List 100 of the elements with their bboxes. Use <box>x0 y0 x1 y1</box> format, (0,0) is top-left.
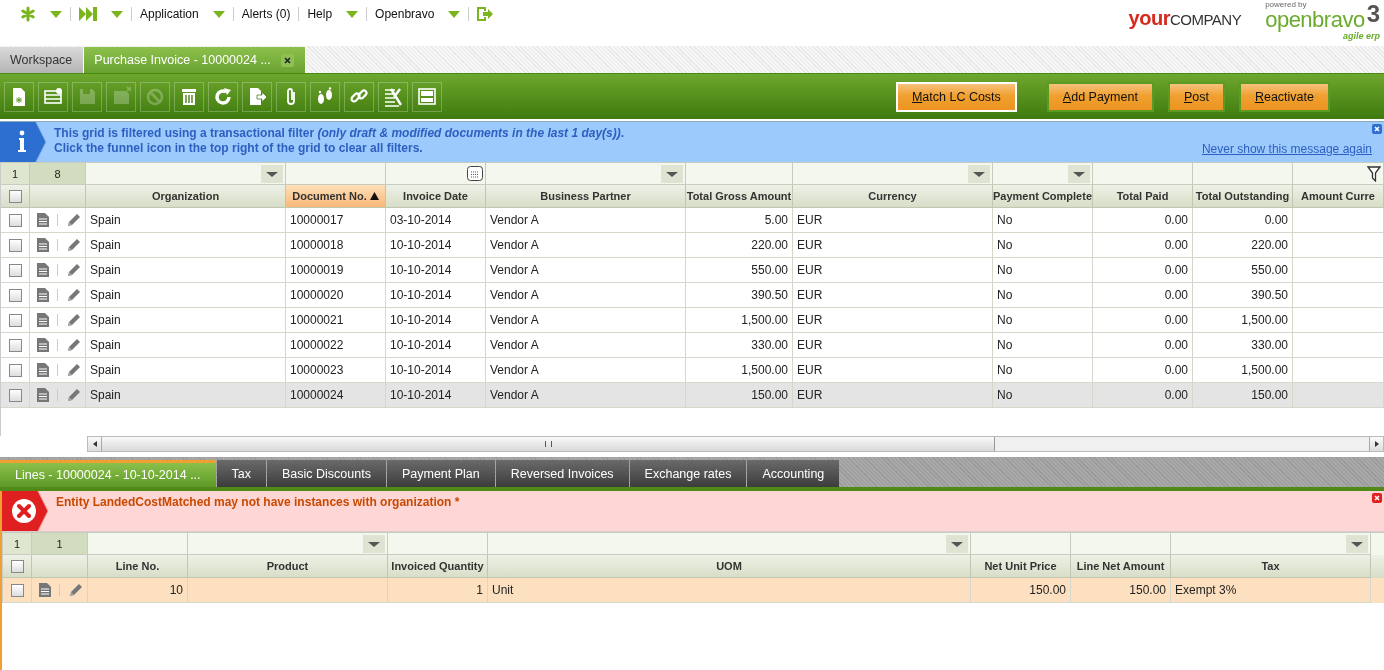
pencil-icon[interactable] <box>66 262 81 278</box>
table-cell: 1,500.00 <box>1241 313 1288 327</box>
table-row[interactable]: 10 1 Unit 150.00 150.00 Exempt 3% <box>3 578 1384 603</box>
menu-item[interactable]: Help <box>307 7 333 21</box>
table-cell: Spain <box>90 238 121 252</box>
row-checkbox[interactable] <box>8 213 22 227</box>
layout-button[interactable] <box>412 81 442 112</box>
asterisk-icon[interactable] <box>20 6 36 22</box>
filter-icon[interactable] <box>1367 165 1381 182</box>
document-icon[interactable] <box>37 238 49 252</box>
menu-item[interactable]: Openbravo <box>375 7 435 21</box>
alerts-link[interactable]: Alerts (0) <box>241 7 291 21</box>
table-cell: 150.00 <box>1251 388 1288 402</box>
cancel-icon <box>145 86 165 107</box>
table-row[interactable]: Spain 10000020 10-10-2014 Vendor A 390.50 EUR No 0.00 390.50 <box>1 283 1384 308</box>
table-cell: 550.00 <box>1251 263 1288 277</box>
dropdown-button[interactable] <box>968 164 990 183</box>
error-icon <box>2 491 48 531</box>
tools-button[interactable] <box>378 81 408 112</box>
table-row[interactable]: Spain 10000023 10-10-2014 Vendor A 1,500.00 EUR No 0.00 1,500.00 <box>1 358 1384 383</box>
pencil-icon[interactable] <box>66 387 81 403</box>
refresh-button[interactable] <box>208 81 238 112</box>
dropdown-button[interactable] <box>261 164 283 183</box>
table-cell: 0.00 <box>1164 238 1188 252</box>
table-row[interactable]: Spain 10000019 10-10-2014 Vendor A 550.00 EUR No 0.00 550.00 <box>1 258 1384 283</box>
close-icon[interactable] <box>280 53 294 67</box>
trash-button[interactable] <box>174 81 204 112</box>
dismiss-link[interactable]: Never show this message again <box>1201 142 1382 156</box>
column-header[interactable]: Document No. <box>286 185 386 208</box>
dropdown-caret-icon[interactable] <box>448 10 461 18</box>
pencil-icon[interactable] <box>66 212 81 228</box>
tab[interactable]: Reversed Invoices <box>495 460 629 487</box>
horizontal-scrollbar[interactable] <box>87 436 1384 452</box>
table-cell: 5.00 <box>764 213 788 227</box>
row-checkbox[interactable] <box>8 263 22 277</box>
dropdown-button[interactable] <box>1346 534 1368 553</box>
document-icon[interactable] <box>37 213 49 227</box>
action-button[interactable]: Add Payment <box>1046 81 1154 112</box>
table-cell: 1,500.00 <box>1241 363 1288 377</box>
document-icon[interactable] <box>37 363 49 377</box>
document-icon[interactable] <box>37 338 49 352</box>
paperclip-button[interactable] <box>276 81 306 112</box>
row-checkbox[interactable] <box>8 238 22 252</box>
form-button[interactable] <box>38 81 68 112</box>
table-row[interactable]: Spain 10000021 10-10-2014 Vendor A 1,500.00 EUR No 0.00 1,500.00 <box>1 308 1384 333</box>
pencil-icon[interactable] <box>66 362 81 378</box>
pencil-icon[interactable] <box>66 312 81 328</box>
dropdown-caret-icon[interactable] <box>111 10 123 18</box>
company-logo-text: your <box>1128 7 1170 29</box>
row-checkbox[interactable] <box>8 363 22 377</box>
dropdown-button[interactable] <box>946 534 968 553</box>
pencil-icon[interactable] <box>66 287 81 303</box>
dropdown-caret-icon[interactable] <box>212 10 225 18</box>
tab[interactable]: Tax <box>216 460 266 487</box>
close-icon[interactable] <box>1372 493 1382 503</box>
row-checkbox[interactable] <box>8 288 22 302</box>
table-row[interactable]: Spain 10000024 10-10-2014 Vendor A 150.00 EUR No 0.00 150.00 <box>1 383 1384 408</box>
record-count: 1 <box>32 533 88 555</box>
new-document-button[interactable] <box>4 81 34 112</box>
row-checkbox[interactable] <box>8 388 22 402</box>
table-row[interactable]: Spain 10000017 03-10-2014 Vendor A 5.00 EUR No 0.00 0.00 <box>1 208 1384 233</box>
close-icon[interactable] <box>1372 124 1382 134</box>
dropdown-caret-icon[interactable] <box>346 10 359 18</box>
document-icon[interactable] <box>37 288 49 302</box>
pencil-icon[interactable] <box>66 337 81 353</box>
fast-forward-icon[interactable] <box>79 7 97 21</box>
row-checkbox[interactable] <box>10 583 24 597</box>
table-cell: 150.00 <box>1129 583 1166 597</box>
pencil-icon[interactable] <box>68 582 83 598</box>
pencil-icon[interactable] <box>66 237 81 253</box>
action-button[interactable]: Match LC Costs <box>895 81 1017 112</box>
sort-ascending-icon <box>369 192 379 200</box>
row-checkbox[interactable] <box>8 338 22 352</box>
menu-item[interactable]: Application <box>140 7 199 21</box>
table-row[interactable]: Spain 10000018 10-10-2014 Vendor A 220.00 EUR No 0.00 220.00 <box>1 233 1384 258</box>
dropdown-button[interactable] <box>661 164 683 183</box>
tab[interactable]: Accounting <box>747 460 840 487</box>
tab[interactable]: Workspace <box>0 47 85 73</box>
calendar-icon[interactable] <box>467 166 483 181</box>
tab[interactable]: Basic Discounts <box>267 460 386 487</box>
export-button[interactable] <box>242 81 272 112</box>
logout-icon[interactable] <box>477 7 494 21</box>
table-cell: 0.00 <box>1164 288 1188 302</box>
action-button[interactable]: Reactivate <box>1238 81 1330 112</box>
action-button[interactable]: Post <box>1167 81 1225 112</box>
document-icon[interactable] <box>37 388 49 402</box>
tab[interactable]: Payment Plan <box>386 460 495 487</box>
chain-link-button[interactable] <box>344 81 374 112</box>
dropdown-caret-icon[interactable] <box>50 10 62 18</box>
dropdown-button[interactable] <box>363 534 385 553</box>
footprints-button[interactable] <box>310 81 340 112</box>
document-icon[interactable] <box>39 583 51 597</box>
document-icon[interactable] <box>37 263 49 277</box>
tab[interactable]: Exchange rates <box>629 460 747 487</box>
table-row[interactable]: Spain 10000022 10-10-2014 Vendor A 330.00 EUR No 0.00 330.00 <box>1 333 1384 358</box>
document-icon[interactable] <box>37 313 49 327</box>
select-all-checkbox[interactable] <box>8 189 22 203</box>
dropdown-button[interactable] <box>1068 164 1090 183</box>
row-checkbox[interactable] <box>8 313 22 327</box>
select-all-checkbox[interactable] <box>10 559 24 573</box>
